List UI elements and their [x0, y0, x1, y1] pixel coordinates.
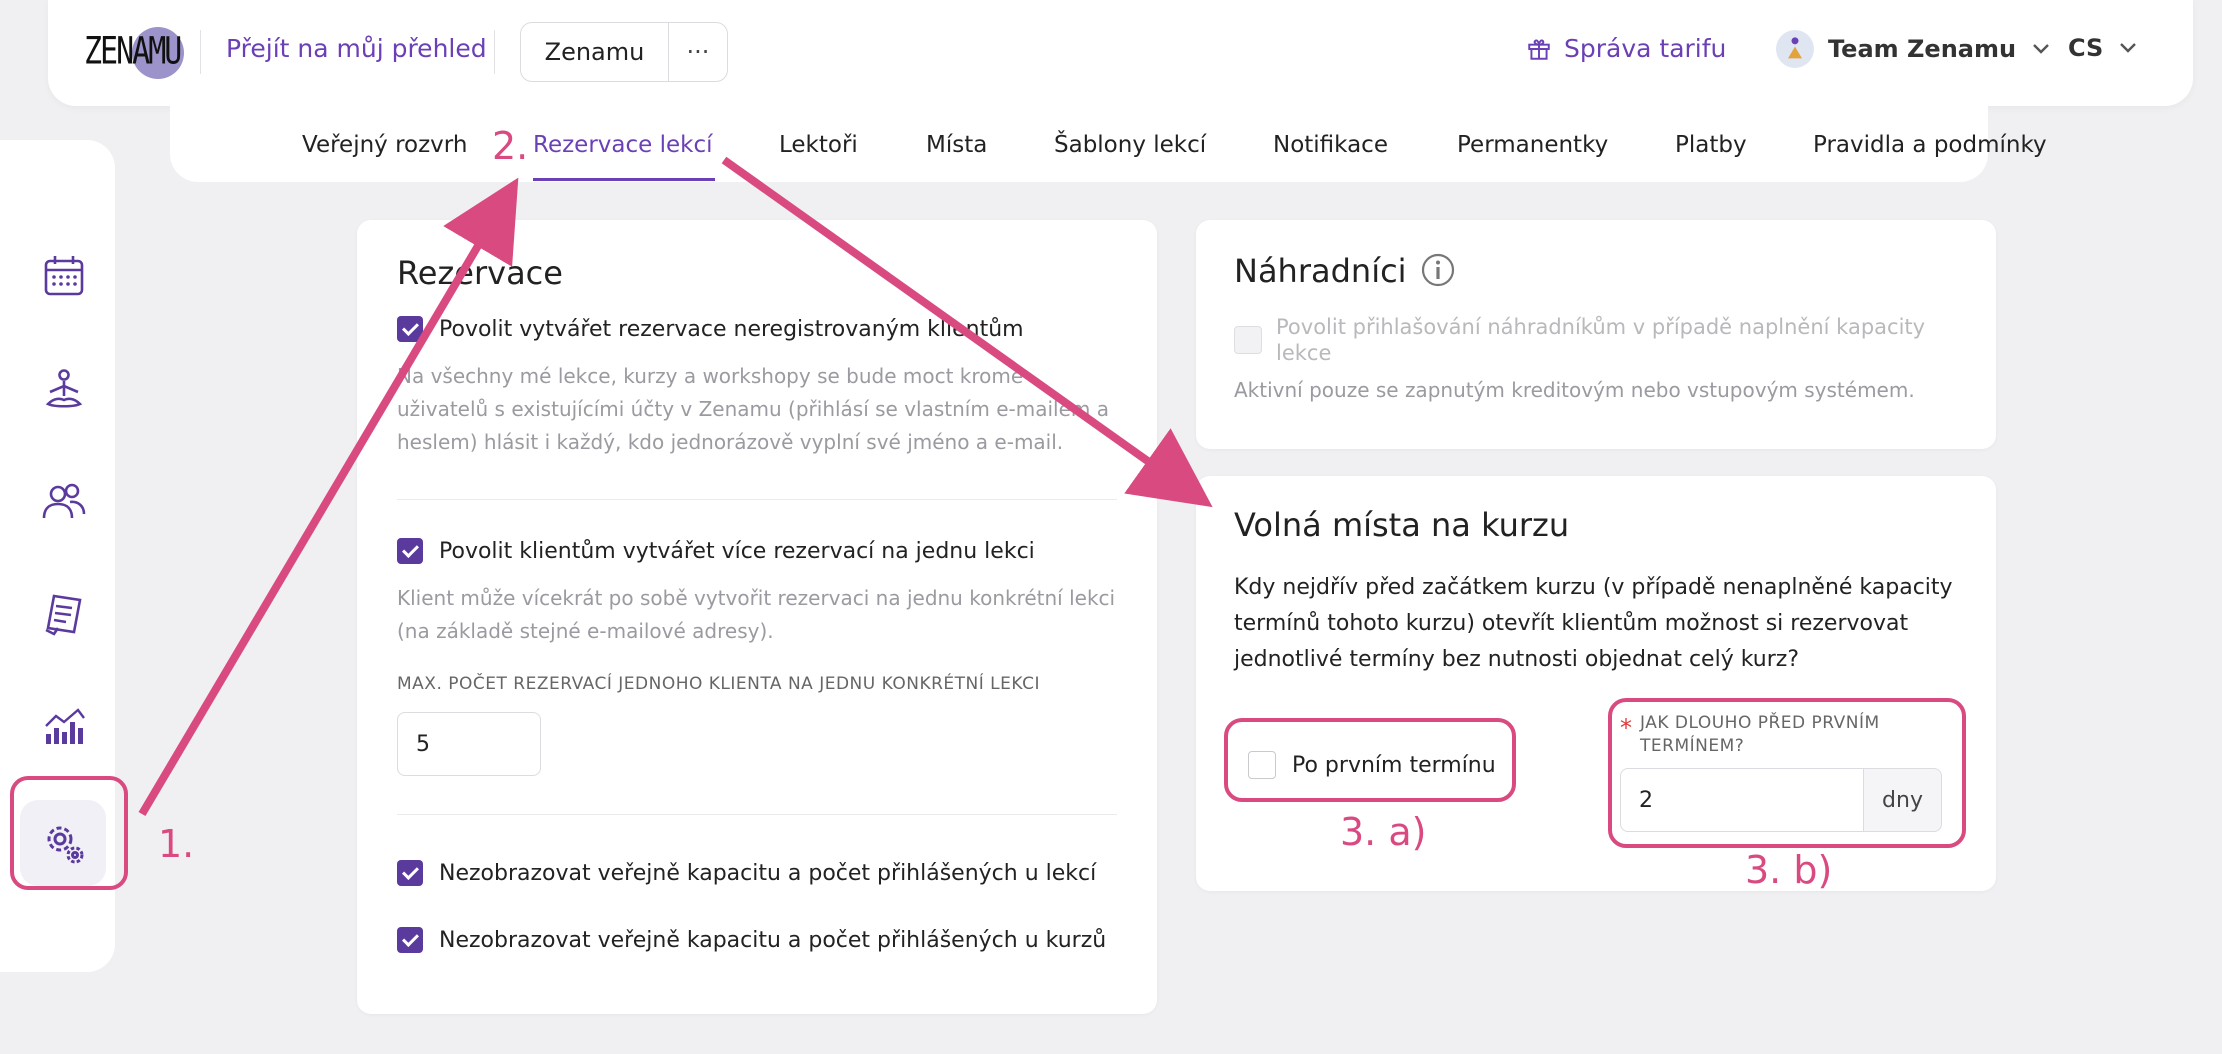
annotation-arrows — [138, 156, 1213, 817]
arrow-to-reservations-tab — [138, 177, 519, 817]
arrow-to-free-spots-card — [721, 156, 1213, 508]
